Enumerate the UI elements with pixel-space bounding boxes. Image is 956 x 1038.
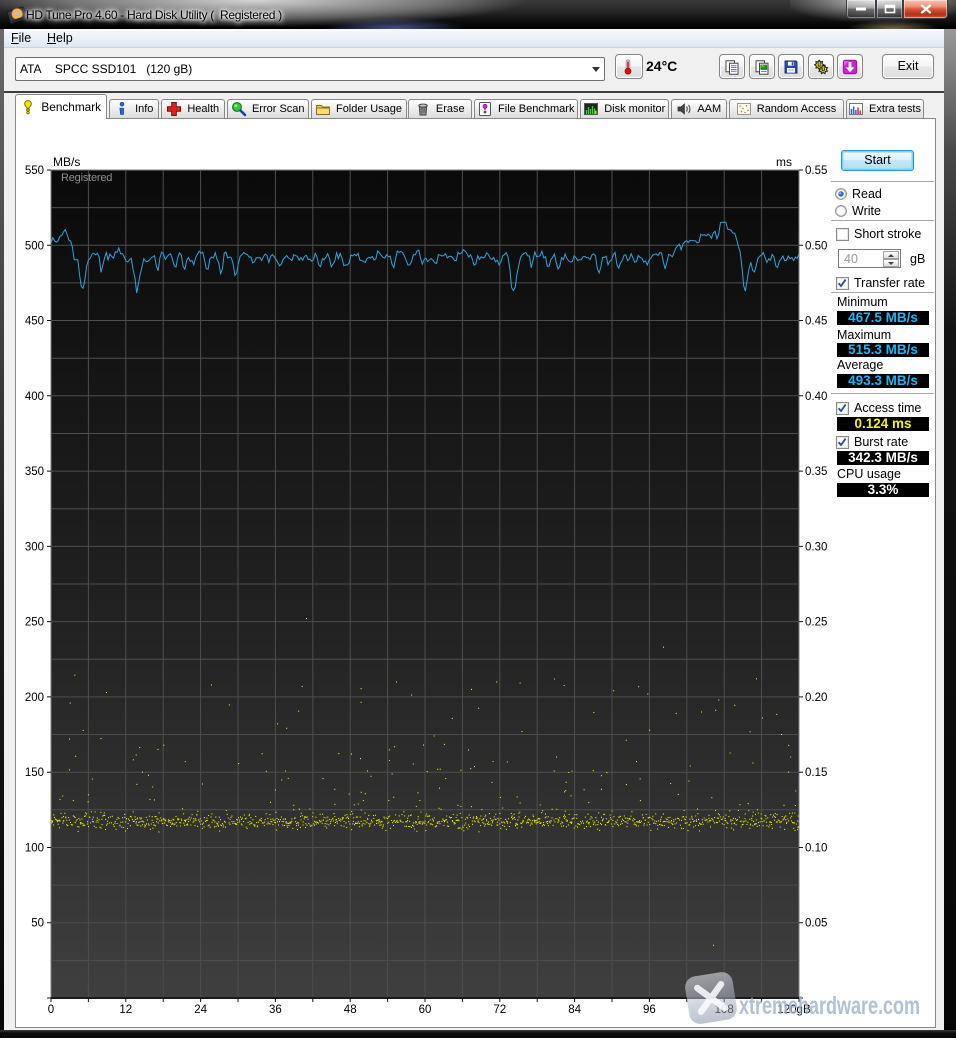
svg-text:0.20: 0.20 [805, 692, 827, 704]
svg-text:0.40: 0.40 [805, 391, 827, 403]
svg-text:MB/s: MB/s [53, 155, 80, 169]
svg-text:48: 48 [344, 1004, 357, 1016]
svg-text:250: 250 [25, 617, 44, 629]
svg-text:0.30: 0.30 [805, 541, 827, 553]
svg-text:0.50: 0.50 [805, 240, 827, 252]
svg-text:ms: ms [776, 155, 792, 169]
svg-text:200: 200 [25, 692, 44, 704]
svg-text:500: 500 [25, 240, 44, 252]
svg-text:72: 72 [493, 1004, 506, 1016]
svg-text:60: 60 [419, 1004, 432, 1016]
svg-text:84: 84 [568, 1004, 581, 1016]
svg-text:450: 450 [25, 316, 44, 328]
svg-text:12: 12 [119, 1004, 132, 1016]
svg-text:400: 400 [25, 391, 44, 403]
svg-text:24: 24 [194, 1004, 207, 1016]
svg-text:550: 550 [25, 165, 44, 177]
svg-text:0: 0 [48, 1004, 54, 1016]
svg-text:0.45: 0.45 [805, 316, 827, 328]
svg-text:0.05: 0.05 [805, 918, 827, 930]
svg-text:0.35: 0.35 [805, 466, 827, 478]
svg-text:36: 36 [269, 1004, 282, 1016]
svg-text:150: 150 [25, 767, 44, 779]
svg-text:0.55: 0.55 [805, 165, 827, 177]
svg-text:100: 100 [25, 843, 44, 855]
svg-text:Registered: Registered [61, 172, 112, 184]
svg-text:350: 350 [25, 466, 44, 478]
svg-text:0.25: 0.25 [805, 617, 827, 629]
svg-text:0.15: 0.15 [805, 767, 827, 779]
svg-text:xtremehardware.com: xtremehardware.com [739, 992, 920, 1020]
svg-text:0.10: 0.10 [805, 843, 827, 855]
svg-text:300: 300 [25, 541, 44, 553]
svg-text:50: 50 [31, 918, 44, 930]
svg-text:96: 96 [643, 1004, 656, 1016]
